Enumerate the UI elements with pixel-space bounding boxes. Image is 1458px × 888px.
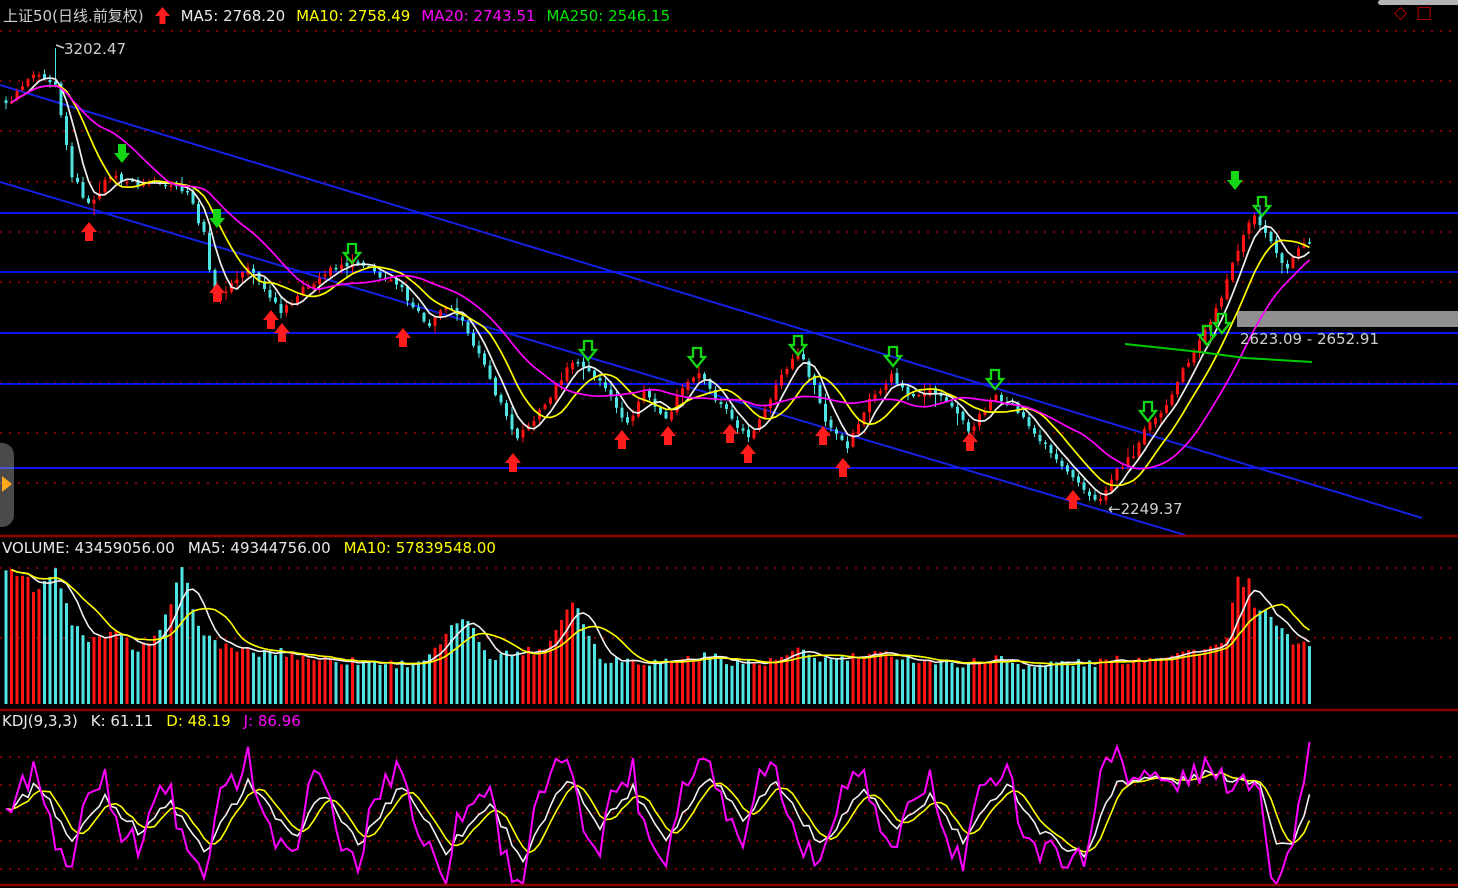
volume-header: VOLUME: 43459056.00 MA5: 49344756.00 MA1… xyxy=(2,539,496,557)
main-chart-header: 上证50(日线.前复权) MA5: 2768.20 MA10: 2758.49 … xyxy=(3,5,670,26)
ma20-value: MA20: 2743.51 xyxy=(421,7,535,25)
kdj-j-value: J: 86.96 xyxy=(244,712,301,730)
volume-ma10-value: MA10: 57839548.00 xyxy=(344,539,496,557)
kdj-k-value: K: 61.11 xyxy=(91,712,154,730)
chart-canvas[interactable] xyxy=(0,0,1458,888)
peak-price-label: 3202.47 xyxy=(64,40,126,58)
price-range-band xyxy=(1237,311,1458,327)
volume-value: VOLUME: 43459056.00 xyxy=(2,539,175,557)
ma10-value: MA10: 2758.49 xyxy=(296,7,410,25)
price-range-label: 2623.09 - 2652.91 xyxy=(1240,330,1379,348)
volume-ma5-line xyxy=(12,570,1310,667)
kdj-title: KDJ(9,3,3) xyxy=(2,712,78,730)
panel-expand-handle[interactable] xyxy=(0,443,14,527)
expand-right-icon xyxy=(2,476,12,492)
candlesticks xyxy=(5,48,1312,505)
signal-arrows xyxy=(56,45,1270,509)
low-price-label: ←2249.37 xyxy=(1108,500,1183,518)
up-arrow-icon xyxy=(155,7,170,24)
stock-chart-app: 上证50(日线.前复权) MA5: 2768.20 MA10: 2758.49 … xyxy=(0,0,1458,888)
symbol-title: 上证50(日线.前复权) xyxy=(3,5,144,26)
volume-bars xyxy=(5,567,1312,704)
window-top-strip xyxy=(1378,0,1458,5)
window-controls: ◇ □ xyxy=(1394,3,1458,25)
volume-ma5-value: MA5: 49344756.00 xyxy=(188,539,331,557)
ma5-value: MA5: 2768.20 xyxy=(181,7,286,25)
kdj-header: KDJ(9,3,3) K: 61.11 D: 48.19 J: 86.96 xyxy=(2,712,301,730)
volume-ma10-line xyxy=(12,570,1310,665)
grid-lines xyxy=(0,31,1458,869)
kdj-d-value: D: 48.19 xyxy=(166,712,230,730)
ma250-value: MA250: 2546.15 xyxy=(546,7,670,25)
diamond-icon[interactable]: ◇ xyxy=(1394,3,1407,25)
square-icon[interactable]: □ xyxy=(1416,3,1432,25)
